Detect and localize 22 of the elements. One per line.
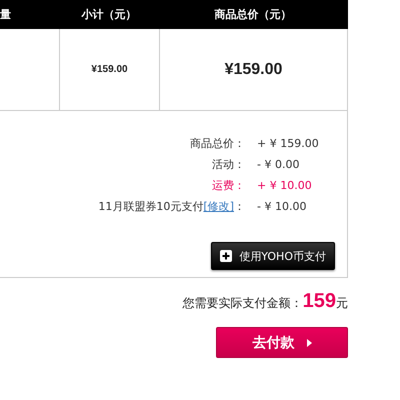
column-header: 小计（元） [82, 7, 136, 22]
plus-icon [220, 250, 232, 262]
currency-unit: 元 [336, 295, 348, 312]
table-cell: ¥159.00 [91, 64, 128, 75]
summary-label: 活动： [212, 158, 245, 171]
summary-value: + ¥ 10.00 [257, 179, 312, 192]
total-label: 您需要实际支付金额： [182, 295, 303, 312]
summary-value: - ¥ 10.00 [257, 200, 306, 213]
column-header: 商品总价（元） [214, 7, 292, 22]
summary-label: 商品总价： [190, 137, 245, 150]
summary-label: 11月联盟券10元支付 [98, 200, 204, 213]
pay-button[interactable]: 去付款 [216, 327, 348, 358]
summary-label: ： [234, 200, 245, 213]
column-header: 量 [0, 7, 11, 22]
table-cell: ¥159.00 [224, 60, 282, 78]
summary-value: + ¥ 159.00 [257, 137, 319, 150]
summary-label: 运费： [212, 179, 245, 192]
summary-value: - ¥ 0.00 [257, 158, 300, 171]
total-amount: 159 [302, 290, 336, 313]
edit-link[interactable]: [修改] [203, 200, 234, 213]
caret-icon [306, 338, 312, 346]
coin-pay-button[interactable]: 使用YOHO币支付 [211, 242, 335, 270]
